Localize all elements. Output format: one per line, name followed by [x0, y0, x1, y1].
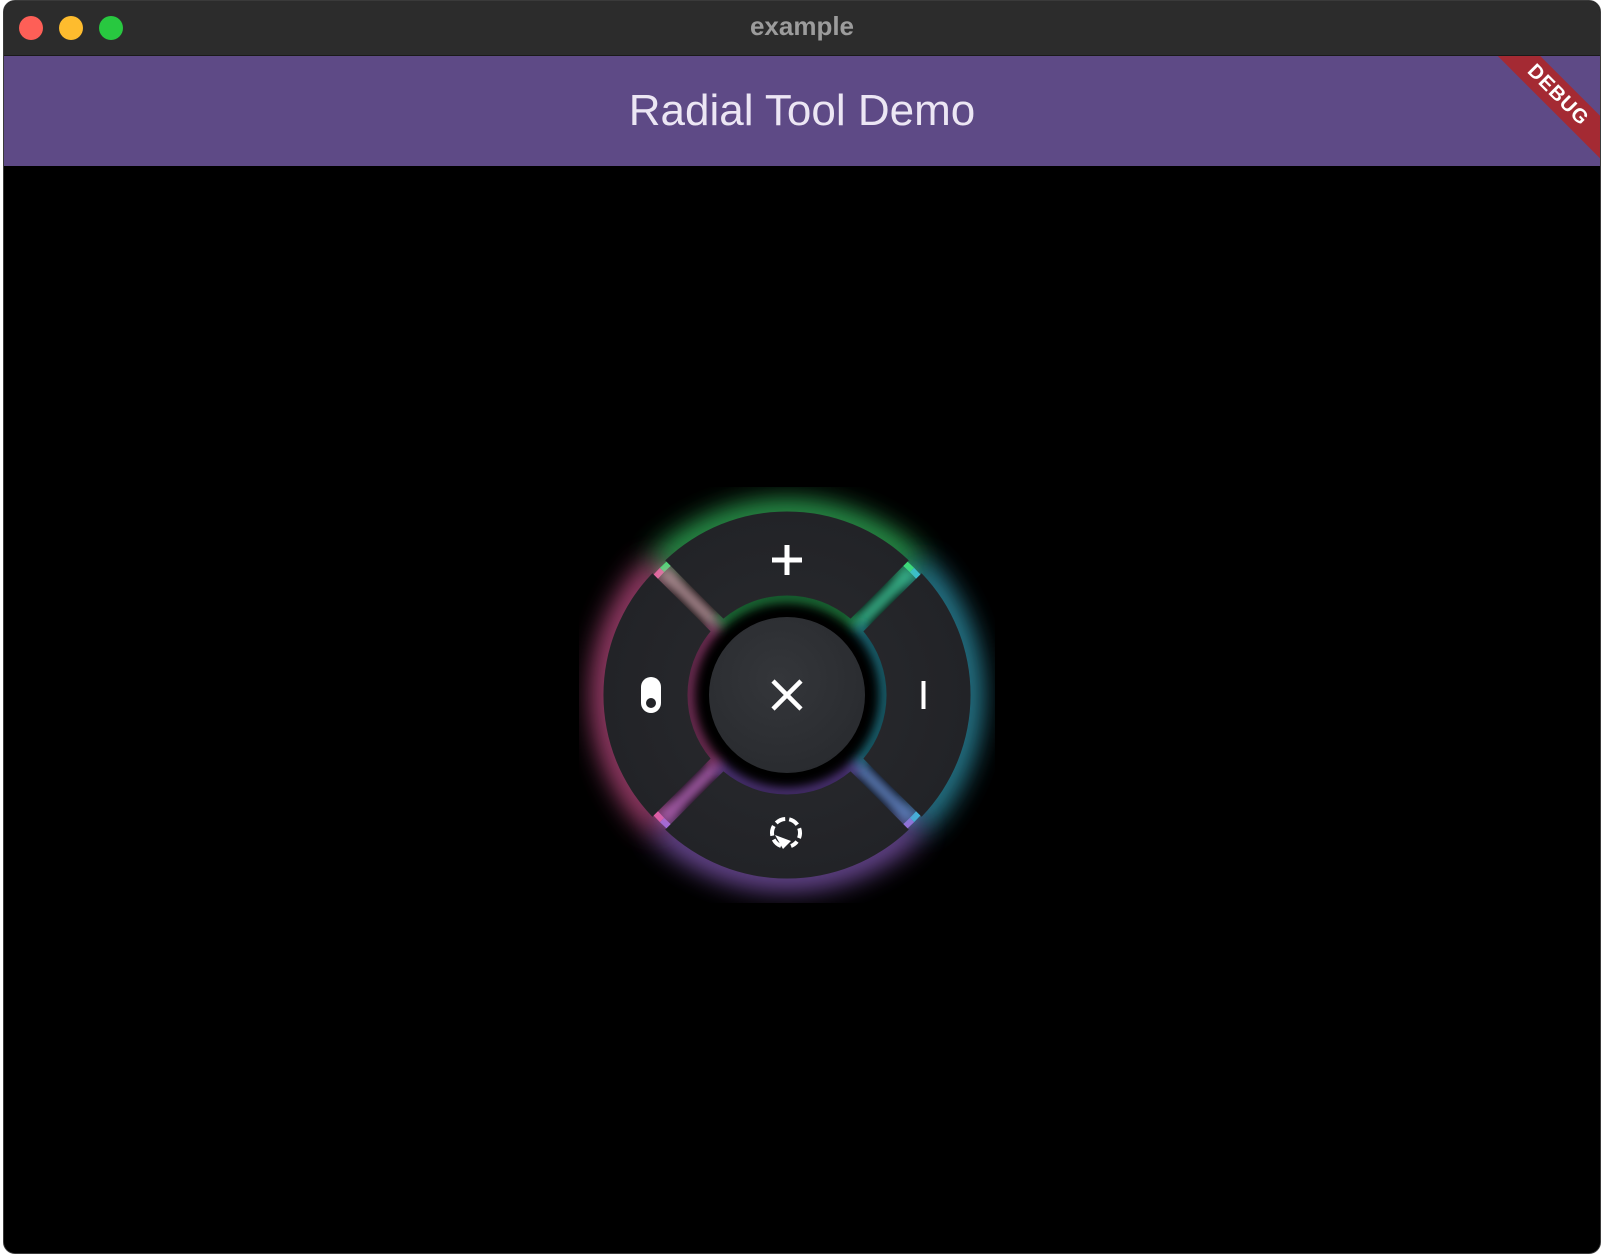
window-titlebar[interactable]: example: [4, 1, 1600, 56]
window-title: example: [749, 11, 855, 41]
text-cursor-icon: [921, 681, 926, 709]
main-content: [4, 167, 1600, 1253]
toggle-icon: [641, 677, 661, 713]
app-window: example Radial Tool Demo DEBUG: [3, 0, 1601, 1254]
close-button[interactable]: [709, 617, 865, 773]
app-bar: Radial Tool Demo: [4, 56, 1600, 166]
page-title: Radial Tool Demo: [628, 86, 976, 135]
close-icon: [771, 679, 803, 711]
